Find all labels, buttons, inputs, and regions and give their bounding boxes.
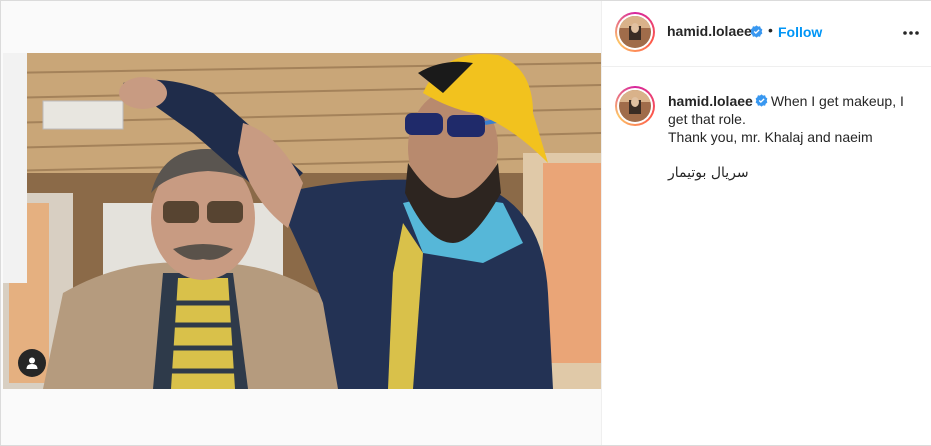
caption-text: hamid.lolaee When I get makeup, I get th…: [668, 92, 918, 146]
post-side-panel: hamid.lolaee • Follow hamid.lolaee When …: [602, 1, 931, 445]
post-container: hamid.lolaee • Follow hamid.lolaee When …: [0, 0, 931, 446]
media-column: [1, 1, 602, 445]
caption-verified-badge-icon: [755, 94, 768, 107]
avatar-image: [619, 16, 651, 48]
verified-badge-icon: [750, 25, 763, 38]
photo-illustration: [3, 53, 601, 389]
post-header: hamid.lolaee • Follow: [602, 1, 931, 67]
caption-line-2: Thank you, mr. Khalaj and naeim: [668, 129, 873, 145]
more-options-icon[interactable]: [901, 23, 921, 43]
follow-button[interactable]: Follow: [778, 24, 822, 40]
caption-avatar-image: [619, 90, 651, 122]
caption-avatar[interactable]: [615, 86, 655, 126]
caption-line-3: سریال بوتیمار: [668, 165, 749, 181]
avatar[interactable]: [615, 12, 655, 52]
caption-username[interactable]: hamid.lolaee: [668, 93, 753, 109]
header-separator: •: [768, 22, 773, 38]
post-photo[interactable]: [3, 53, 601, 389]
user-tag-icon[interactable]: [18, 349, 46, 377]
author-username[interactable]: hamid.lolaee: [667, 23, 752, 39]
